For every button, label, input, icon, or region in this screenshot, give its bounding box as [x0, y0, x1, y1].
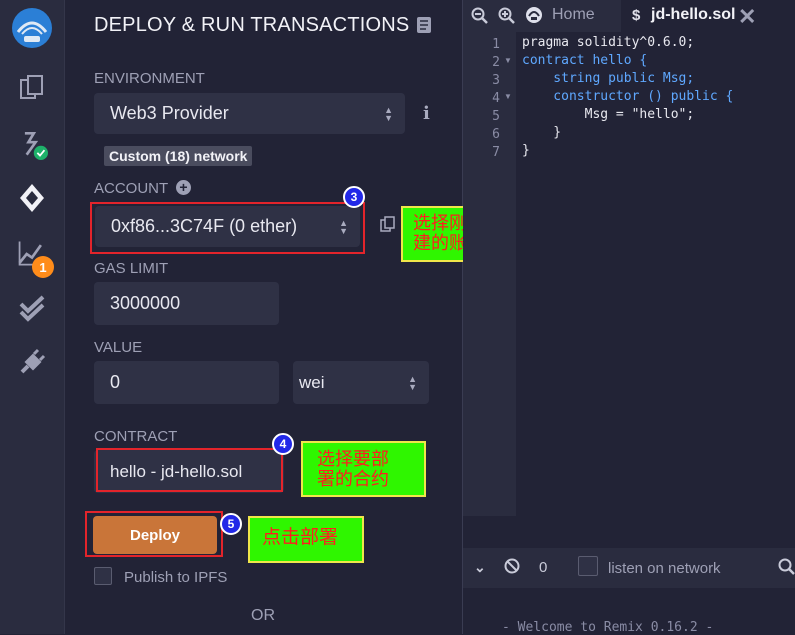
line-number: 1 — [492, 37, 500, 52]
network-badge: Custom (18) network — [104, 146, 253, 166]
value-label: VALUE — [94, 339, 143, 356]
environment-select[interactable]: Web3 Provider ▲ ▼ — [94, 93, 405, 134]
line-number: 3 — [492, 73, 500, 88]
value-unit: wei — [299, 372, 325, 392]
code-line-7: } — [522, 143, 530, 158]
documentation-icon[interactable] — [416, 16, 432, 39]
compiler-icon[interactable] — [16, 128, 48, 160]
updown-icon: ▲ ▼ — [384, 104, 393, 123]
panel-title: DEPLOY & RUN TRANSACTIONS — [94, 14, 410, 36]
code-line-5: Msg = "hello"; — [522, 107, 695, 122]
search-icon[interactable] — [778, 558, 795, 580]
account-label: ACCOUNT — [94, 180, 169, 197]
editor-spacer — [463, 516, 795, 548]
updown-icon: ▲ ▼ — [339, 217, 348, 236]
step-3-marker: 3 — [343, 186, 365, 208]
gas-limit-label: GAS LIMIT — [94, 260, 169, 277]
environment-label: ENVIRONMENT — [94, 70, 205, 87]
zoom-in-icon[interactable] — [498, 7, 515, 29]
code-line-1: pragma solidity^0.6.0; — [522, 35, 695, 50]
annotation-4-line1: 选择要部 — [317, 449, 389, 470]
home-icon — [524, 5, 544, 30]
solidity-file-icon: $ — [632, 7, 641, 24]
contract-label: CONTRACT — [94, 428, 178, 445]
fold-icon[interactable]: ▼ — [504, 56, 512, 65]
close-tab-icon[interactable]: ✕ — [738, 4, 756, 30]
line-number: 7 — [492, 145, 500, 160]
publish-ipfs-label: Publish to IPFS — [124, 569, 228, 586]
line-number: 6 — [492, 127, 500, 142]
account-value: 0xf86...3C74F (0 ether) — [111, 216, 298, 236]
zoom-out-icon[interactable] — [471, 7, 488, 29]
code-line-4: constructor () public { — [522, 89, 734, 104]
publish-ipfs-checkbox[interactable] — [94, 567, 112, 585]
gas-limit-input[interactable]: 3000000 — [94, 282, 279, 325]
notification-badge: 1 — [32, 256, 54, 278]
copy-icon[interactable] — [380, 216, 395, 237]
step-5-marker: 5 — [220, 513, 242, 535]
or-label: OR — [251, 607, 275, 624]
annotation-4-line2: 署的合约 — [317, 469, 389, 490]
code-area[interactable]: pragma solidity^0.6.0; contract hello { … — [522, 34, 733, 160]
collapse-terminal-icon[interactable]: ⌄ — [474, 559, 486, 576]
value-input[interactable]: 0 — [94, 361, 279, 404]
value-unit-select[interactable]: wei ▲ ▼ — [293, 361, 429, 404]
annotation-4: 选择要部 署的合约 — [301, 441, 426, 497]
info-icon[interactable]: i — [423, 103, 430, 124]
pending-tx-count: 0 — [539, 559, 548, 576]
add-account-icon[interactable]: + — [176, 180, 191, 195]
plugin-manager-icon[interactable] — [16, 346, 48, 378]
code-line-2: contract hello { — [522, 53, 648, 68]
line-number: 5 — [492, 109, 500, 124]
updown-icon: ▲ ▼ — [408, 373, 417, 392]
annotation-5: 点击部署 — [248, 516, 364, 563]
step-4-marker: 4 — [272, 433, 294, 455]
code-line-3: string public Msg; — [522, 71, 695, 86]
deploy-run-icon[interactable] — [16, 182, 48, 214]
listen-network-label: listen on network — [608, 560, 721, 577]
file-explorer-icon[interactable] — [16, 72, 48, 104]
testing-icon[interactable] — [16, 292, 48, 324]
code-line-6: } — [522, 125, 562, 140]
remix-logo-icon[interactable] — [10, 6, 54, 50]
code-line: pragma solidity^0.6.0; — [522, 34, 733, 52]
value-amount: 0 — [110, 372, 121, 392]
clear-console-icon[interactable] — [504, 558, 520, 579]
tab-file-label: jd-hello.sol — [651, 6, 736, 23]
welcome-message: - Welcome to Remix 0.16.2 - — [502, 620, 714, 635]
fold-icon[interactable]: ▼ — [504, 92, 512, 101]
contract-highlight — [96, 448, 283, 492]
gas-limit-value: 3000000 — [110, 293, 181, 313]
tab-home[interactable]: Home — [552, 6, 595, 24]
account-select[interactable]: 0xf86...3C74F (0 ether) ▲ ▼ — [95, 206, 360, 247]
deploy-button[interactable]: Deploy — [93, 516, 217, 554]
listen-network-checkbox[interactable] — [578, 556, 598, 576]
environment-value: Web3 Provider — [110, 103, 229, 123]
icon-rail: 1 — [0, 0, 65, 634]
